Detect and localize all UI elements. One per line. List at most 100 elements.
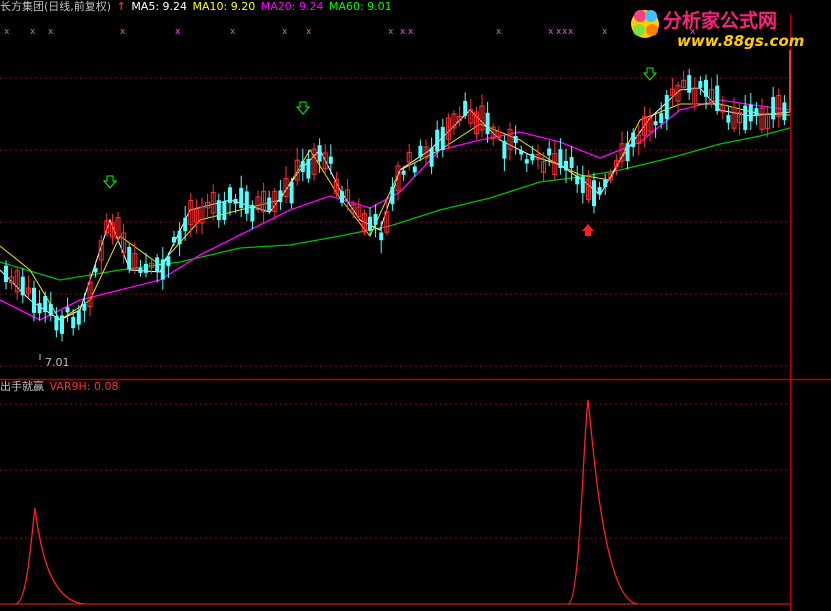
- candle-body: [530, 153, 535, 161]
- kline-chart[interactable]: xxxxxxxxxxxxxxxxxxx: [0, 0, 831, 611]
- candle-body: [726, 115, 731, 123]
- candle-body: [340, 191, 344, 203]
- marker-x: x: [175, 27, 181, 37]
- candle-body: [592, 180, 596, 207]
- candle-body: [698, 81, 703, 88]
- candle-body: [547, 148, 552, 156]
- candle-body: [54, 316, 59, 331]
- candle-body: [43, 295, 48, 313]
- candle-body: [4, 265, 8, 282]
- candle-body: [228, 187, 232, 203]
- candle-body: [244, 191, 249, 214]
- candle-body: [631, 132, 636, 148]
- candle-body: [183, 217, 188, 232]
- candle-body: [289, 181, 294, 204]
- candle-body: [278, 190, 283, 203]
- candle-body: [575, 175, 580, 185]
- candle-body: [771, 96, 776, 120]
- chart-legend: 长方集团(日线,前复权) ↑ MA5: 9.24 MA10: 9.20 MA20…: [0, 0, 394, 14]
- candle-body: [687, 75, 692, 93]
- candle-body: [715, 85, 720, 112]
- candle-body: [597, 187, 602, 195]
- candle-body: [155, 257, 160, 272]
- marker-x: x: [306, 27, 312, 37]
- candle-body: [368, 216, 372, 231]
- marker-x: x: [388, 27, 394, 37]
- candle-body: [216, 200, 221, 221]
- candle-body: [172, 236, 176, 243]
- candle-body: [485, 112, 490, 135]
- marker-x: x: [48, 27, 54, 37]
- candle-body: [524, 159, 529, 164]
- candle-body: [93, 267, 98, 273]
- candle-body: [603, 179, 608, 188]
- marker-x: x: [568, 27, 574, 37]
- candle-body: [558, 149, 563, 169]
- var9h-spike: [567, 399, 639, 605]
- candle-body: [390, 186, 395, 205]
- down-arrow-icon: [295, 101, 311, 115]
- ma20-line: [0, 99, 791, 321]
- candle-body: [782, 102, 787, 121]
- low-price-label: 7.01: [45, 356, 70, 369]
- ma60-label: MA60: 9.01: [328, 0, 392, 13]
- candle-body: [429, 147, 434, 167]
- candle-body: [418, 145, 423, 158]
- candle-body: [754, 108, 759, 116]
- candle-body: [20, 276, 25, 296]
- candle-body: [317, 145, 322, 162]
- candle-body: [328, 156, 333, 164]
- stock-chart-window: xxxxxxxxxxxxxxxxxxx 长方集团(日线,前复权) ↑ MA5: …: [0, 0, 831, 611]
- candle-body: [144, 263, 148, 273]
- candle-body: [177, 230, 182, 245]
- candle-body: [435, 129, 440, 151]
- candle-body: [60, 315, 64, 334]
- marker-x: x: [496, 27, 502, 37]
- watermark-logo: 分析家公式网 www.88gs.com: [627, 2, 827, 54]
- marker-x: x: [120, 27, 126, 37]
- candle-body: [267, 197, 272, 211]
- ma20-label: MA20: 9.24: [260, 0, 324, 13]
- candle-body: [127, 247, 132, 270]
- candle-body: [580, 176, 585, 193]
- candle-body: [653, 121, 658, 126]
- candle-body: [664, 95, 669, 120]
- candle-body: [300, 161, 305, 173]
- candle-body: [412, 166, 417, 173]
- marker-x: x: [230, 27, 236, 37]
- candle-body: [625, 143, 630, 162]
- marker-x: x: [30, 27, 36, 37]
- watermark-text: 分析家公式网: [663, 10, 778, 32]
- candle-body: [222, 201, 227, 220]
- marker-x: x: [4, 27, 10, 37]
- ma60-line: [0, 127, 791, 281]
- marker-x: x: [400, 27, 406, 37]
- candle-body: [37, 303, 42, 314]
- candle-body: [743, 105, 748, 131]
- stock-title: 长方集团(日线,前复权): [0, 0, 112, 13]
- ma5-label: MA5: 9.24: [131, 0, 188, 13]
- candle-body: [519, 150, 524, 155]
- candle-body: [704, 79, 708, 97]
- candle-body: [401, 170, 406, 175]
- candle-body: [166, 256, 171, 267]
- candle-body: [659, 113, 664, 124]
- indicator-name: 出手就赢: [0, 380, 44, 393]
- candle-body: [513, 136, 518, 143]
- candle-body: [306, 159, 311, 179]
- candle-body: [71, 317, 76, 329]
- candle-body: [76, 310, 81, 325]
- ma10-label: MA10: 9.20: [192, 0, 256, 13]
- candle-body: [239, 187, 244, 209]
- candle-body: [82, 303, 87, 311]
- marker-x: x: [548, 27, 554, 37]
- candle-body: [502, 140, 507, 159]
- var9h-label: VAR9H: 0.08: [49, 380, 119, 393]
- candle-body: [65, 307, 70, 313]
- marker-x: x: [408, 27, 414, 37]
- marker-x: x: [282, 27, 288, 37]
- down-arrow-icon: [102, 175, 118, 189]
- ma5-line: [0, 87, 791, 321]
- marker-x: x: [602, 27, 608, 37]
- up-arrow-icon: [582, 224, 594, 236]
